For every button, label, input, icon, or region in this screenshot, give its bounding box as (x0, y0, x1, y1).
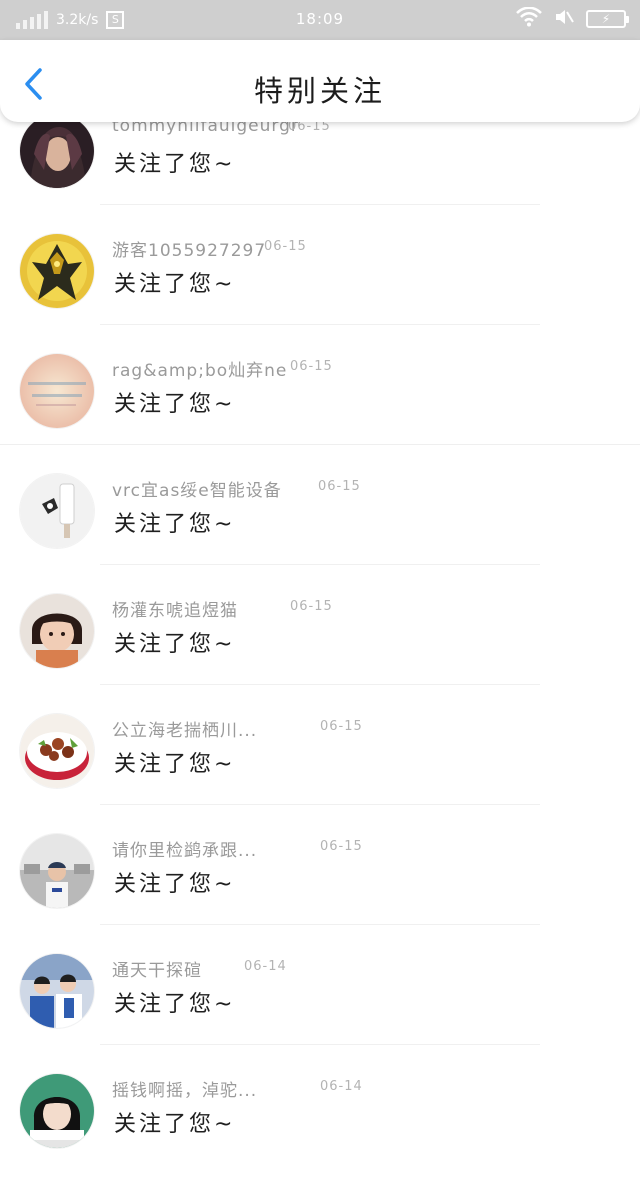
list-item[interactable]: vrc宜as绥e智能设备 06-15 关注了您~ (0, 474, 640, 594)
follow-date: 06-15 (318, 479, 361, 494)
follow-date: 06-15 (320, 839, 363, 854)
list-item[interactable]: 摇钱啊摇，淖驼... 06-14 关注了您~ (0, 1074, 640, 1194)
follower-name: 游客1055927297 (112, 241, 267, 261)
list-item[interactable]: 杨灌东唬追煜猫 06-15 关注了您~ (0, 594, 640, 714)
follow-date: 06-14 (320, 1079, 363, 1094)
list-item[interactable]: rag&amp;bo灿弃ne 06-15 关注了您~ (0, 354, 640, 474)
mute-icon (554, 8, 574, 30)
follow-message: 关注了您~ (114, 152, 236, 177)
follow-date: 06-14 (244, 959, 287, 974)
avatar[interactable] (20, 1074, 94, 1148)
row-divider (0, 444, 640, 445)
follower-name: 摇钱啊摇，淖驼... (112, 1081, 258, 1101)
follow-date: 06-15 (264, 239, 307, 254)
row-divider (100, 684, 540, 685)
follow-message: 关注了您~ (114, 272, 236, 297)
page-title: 特别关注 (253, 74, 386, 108)
avatar[interactable] (20, 474, 94, 548)
follower-name: 公立海老揣栖川... (112, 721, 258, 741)
row-divider (100, 924, 540, 925)
avatar[interactable] (20, 834, 94, 908)
follower-name: 请你里检鹢承跟... (112, 841, 258, 861)
avatar[interactable] (20, 234, 94, 308)
follower-name: vrc宜as绥e智能设备 (112, 481, 282, 501)
header: 特别关注 (0, 40, 640, 122)
follow-message: 关注了您~ (114, 1112, 236, 1137)
list-item[interactable]: 游客1055927297 06-15 关注了您~ (0, 234, 640, 354)
avatar[interactable] (20, 354, 94, 428)
avatar[interactable] (20, 954, 94, 1028)
status-bar: 3.2k/s S 18:09 ⚡ (0, 0, 640, 40)
follow-message: 关注了您~ (114, 992, 236, 1017)
list-item[interactable]: 通天干探碹 06-14 关注了您~ (0, 954, 640, 1074)
follow-date: 06-15 (290, 359, 333, 374)
follow-message: 关注了您~ (114, 392, 236, 417)
follower-name: rag&amp;bo灿弃ne (112, 361, 288, 381)
follow-message: 关注了您~ (114, 512, 236, 537)
row-divider (100, 1044, 540, 1045)
row-divider (100, 564, 540, 565)
follow-notification-list: tommyhilfauigeurgr 06-15 关注了您~ 游客1055927… (0, 0, 640, 1148)
follow-date: 06-15 (320, 719, 363, 734)
list-item[interactable]: 请你里检鹢承跟... 06-15 关注了您~ (0, 834, 640, 954)
list-item[interactable]: 公立海老揣栖川... 06-15 关注了您~ (0, 714, 640, 834)
follower-name: 杨灌东唬追煜猫 (112, 601, 238, 621)
row-divider (100, 804, 540, 805)
follow-message: 关注了您~ (114, 752, 236, 777)
follow-message: 关注了您~ (114, 872, 236, 897)
avatar[interactable] (20, 114, 94, 188)
status-bar-right: ⚡ (516, 6, 629, 31)
row-divider (100, 204, 540, 205)
avatar[interactable] (20, 714, 94, 788)
avatar[interactable] (20, 594, 94, 668)
follow-date: 06-15 (290, 599, 333, 614)
battery-charging-icon: ⚡ (586, 10, 629, 28)
wifi-icon (516, 6, 542, 31)
list-item[interactable]: tommyhilfauigeurgr 06-15 关注了您~ (0, 114, 640, 234)
follow-message: 关注了您~ (114, 632, 236, 657)
row-divider (100, 324, 540, 325)
follower-name: 通天干探碹 (112, 961, 202, 981)
